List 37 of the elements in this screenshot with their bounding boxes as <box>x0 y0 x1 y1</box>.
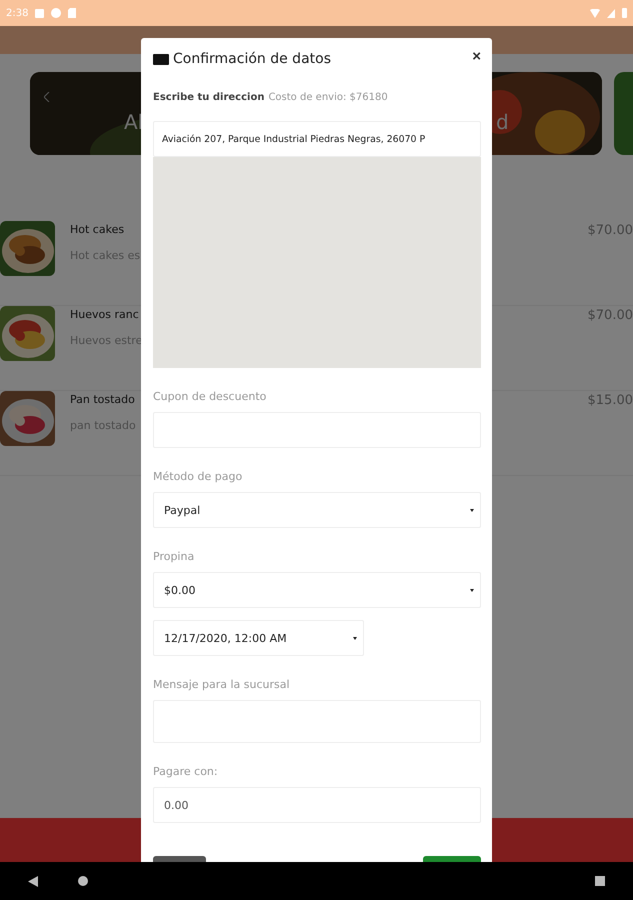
caret-icon <box>353 636 357 640</box>
home-icon[interactable] <box>78 876 88 886</box>
close-button[interactable]: × <box>472 48 481 70</box>
shipping-cost: Costo de envio: $76180 <box>268 92 388 103</box>
field-label: Propina <box>153 550 196 563</box>
wifi-icon <box>590 8 600 18</box>
field-label: Método de pago <box>153 470 244 483</box>
item-name: Hot cakes <box>70 223 124 236</box>
caret-icon <box>470 588 474 592</box>
battery-icon <box>622 8 627 18</box>
address-field[interactable]: Aviación 207, Parque Industrial Piedras Negras, 26070 P <box>153 121 481 157</box>
sd-card-icon <box>68 8 76 18</box>
item-price: $15.00 <box>588 392 633 408</box>
field-label: Pagare con: <box>153 765 219 778</box>
banner-title: d <box>496 110 509 134</box>
signal-icon <box>607 8 615 18</box>
field-label: Cupon de descuento <box>153 390 268 403</box>
input-field[interactable]: 0.00 <box>153 787 481 823</box>
item-price: $70.00 <box>588 307 633 323</box>
chevron-left-icon[interactable] <box>44 92 50 102</box>
dialog-title: Confirmación de datos <box>173 51 332 67</box>
item-price: $70.00 <box>588 222 633 238</box>
item-name: Huevos ranc <box>70 308 139 321</box>
map-area[interactable] <box>153 157 481 368</box>
address-label: Escribe tu direccion <box>153 92 264 103</box>
date-field[interactable]: 12/17/2020, 12:00 AM <box>153 620 364 656</box>
select-field[interactable]: $0.00 <box>153 572 481 608</box>
logo-icon <box>153 54 169 64</box>
notification-icon <box>35 8 44 18</box>
recents-icon[interactable] <box>595 876 605 886</box>
caret-icon <box>470 508 474 512</box>
select-field[interactable]: Paypal <box>153 492 481 528</box>
item-name: Pan tostado <box>70 393 135 406</box>
notification-icon <box>51 8 62 18</box>
back-icon[interactable] <box>28 876 38 886</box>
field-label: Mensaje para la sucursal <box>153 678 291 691</box>
status-time: 2:38 <box>6 8 28 18</box>
